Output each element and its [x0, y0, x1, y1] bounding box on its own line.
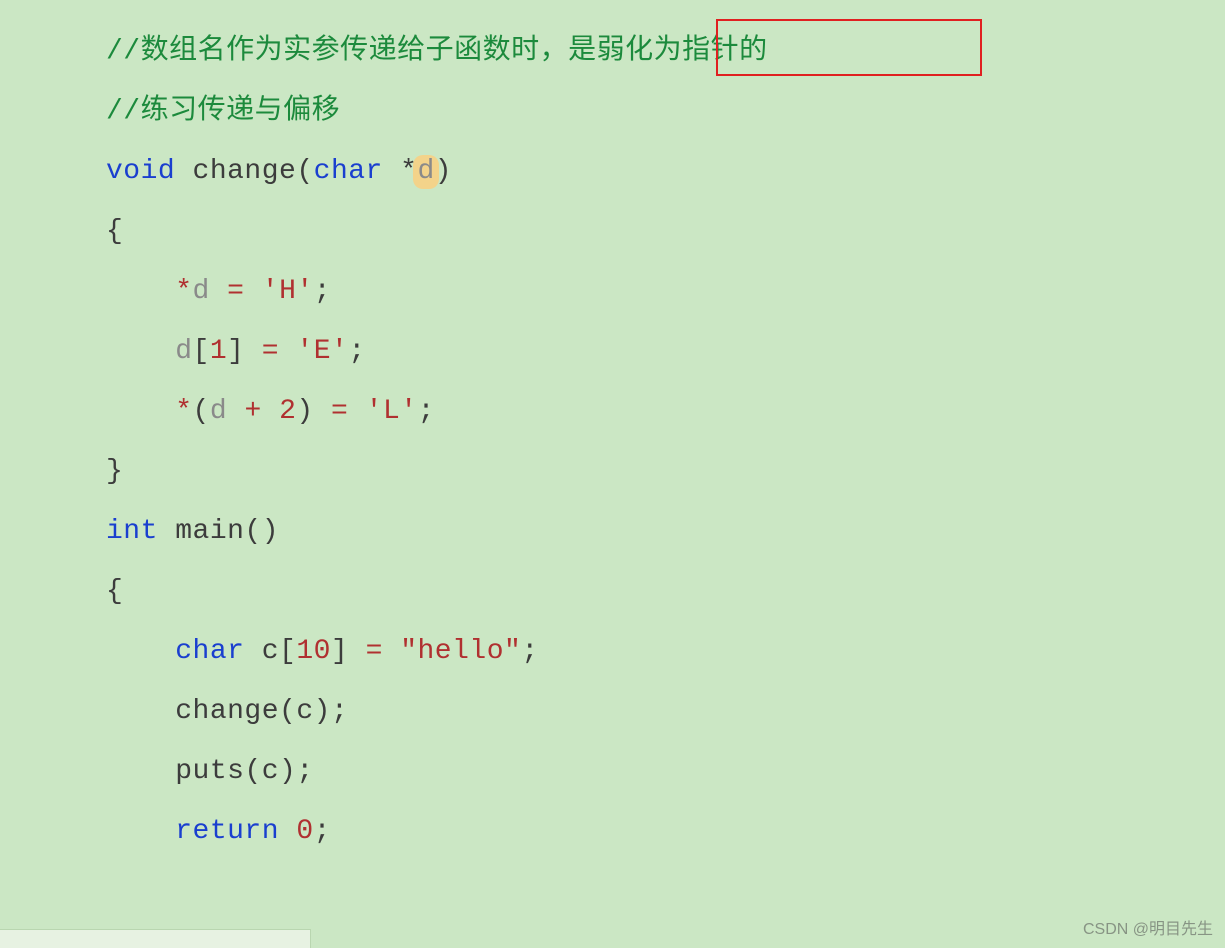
code-block: //数组名作为实参传递给子函数时，是弱化为指针的 //练习传递与偏移 void ch… — [106, 22, 1186, 862]
code-token: * — [175, 398, 192, 426]
code-token: ) — [296, 398, 331, 426]
code-token: ( — [193, 398, 210, 426]
code-token: ; — [331, 698, 348, 726]
code-token: "hello" — [400, 638, 521, 666]
code-line-13: return 0; — [106, 802, 1186, 862]
code-token: void — [106, 158, 175, 186]
code-token: c[ — [244, 638, 296, 666]
code-token: 'L' — [366, 398, 418, 426]
code-token — [262, 398, 279, 426]
code-token: = — [331, 398, 348, 426]
code-token: change( — [175, 158, 313, 186]
code-token: * — [175, 278, 192, 306]
code-line-4: *d = 'H'; — [106, 262, 1186, 322]
code-token — [244, 278, 261, 306]
code-token — [383, 638, 400, 666]
code-token: ) — [435, 158, 452, 186]
code-token — [348, 398, 365, 426]
code-token: char — [314, 158, 383, 186]
indent — [106, 698, 175, 726]
code-token: ; — [418, 398, 435, 426]
code-token: [ — [193, 338, 210, 366]
code-token: + — [244, 398, 261, 426]
indent — [106, 338, 175, 366]
code-token: * — [383, 158, 418, 186]
code-token — [210, 278, 227, 306]
code-line-2: void change(char *d) — [106, 142, 1186, 202]
code-line-9: { — [106, 562, 1186, 622]
code-token: main() — [158, 518, 279, 546]
code-line-12: puts(c); — [106, 742, 1186, 802]
watermark-text: CSDN @明目先生 — [1083, 922, 1213, 938]
scrollbar-fragment — [0, 929, 311, 948]
code-token — [227, 398, 244, 426]
code-token: ; — [314, 278, 331, 306]
code-token: 'E' — [296, 338, 348, 366]
code-token: d — [193, 278, 210, 306]
indent — [106, 638, 175, 666]
code-token: { — [106, 218, 123, 246]
code-token: ; — [314, 818, 331, 846]
code-token: = — [262, 338, 279, 366]
code-line-8: int main() — [106, 502, 1186, 562]
code-token: 2 — [279, 398, 296, 426]
code-token: ] — [227, 338, 262, 366]
code-token: 0 — [296, 818, 313, 846]
code-line-11: change(c); — [106, 682, 1186, 742]
code-token: } — [106, 458, 123, 486]
code-token: { — [106, 578, 123, 606]
code-token: int — [106, 518, 158, 546]
code-token: ; — [296, 758, 313, 786]
code-line-1: //练习传递与偏移 — [106, 82, 1186, 142]
indent — [106, 818, 175, 846]
code-token: return — [175, 818, 279, 846]
code-token: char — [175, 638, 244, 666]
code-line-6: *(d + 2) = 'L'; — [106, 382, 1186, 442]
code-token: d — [210, 398, 227, 426]
code-token: change(c) — [175, 698, 331, 726]
code-token: //数组名作为实参传递给子函数时，是弱化为指针的 — [106, 38, 768, 66]
code-token: ; — [348, 338, 365, 366]
code-token: 'H' — [262, 278, 314, 306]
code-token: ; — [521, 638, 538, 666]
code-token — [279, 818, 296, 846]
indent — [106, 278, 175, 306]
code-token: //练习传递与偏移 — [106, 98, 340, 126]
code-token: ] — [331, 638, 366, 666]
code-token: d — [175, 338, 192, 366]
code-token: = — [227, 278, 244, 306]
code-token: puts(c) — [175, 758, 296, 786]
code-line-5: d[1] = 'E'; — [106, 322, 1186, 382]
code-line-7: } — [106, 442, 1186, 502]
indent — [106, 758, 175, 786]
code-line-10: char c[10] = "hello"; — [106, 622, 1186, 682]
code-line-3: { — [106, 202, 1186, 262]
code-token — [279, 338, 296, 366]
code-line-0: //数组名作为实参传递给子函数时，是弱化为指针的 — [106, 22, 1186, 82]
code-token: = — [366, 638, 383, 666]
indent — [106, 398, 175, 426]
code-token: 10 — [296, 638, 331, 666]
code-token: 1 — [210, 338, 227, 366]
